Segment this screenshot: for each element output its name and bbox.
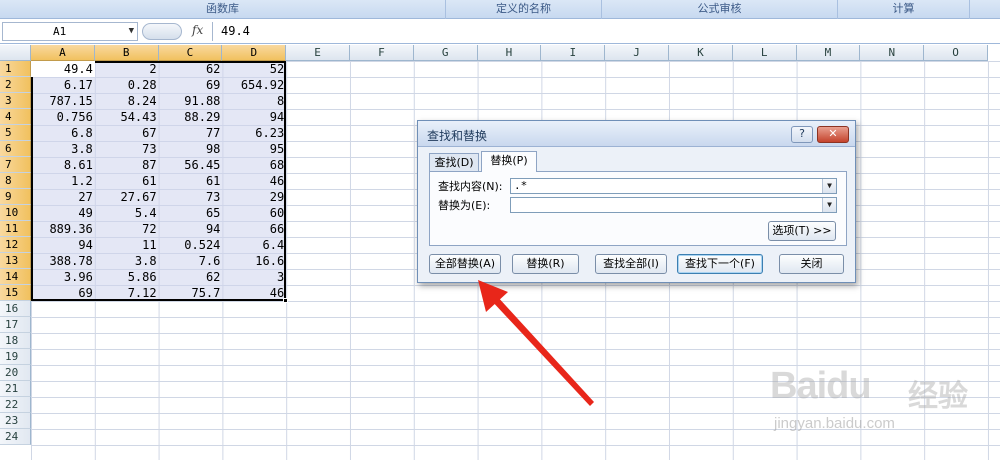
watermark-brand: Baidu xyxy=(770,365,872,407)
watermark-url: jingyan.baidu.com xyxy=(774,415,895,432)
tab-replace[interactable]: 替换(P) xyxy=(481,151,537,172)
watermark-brand-cn: 经验 xyxy=(908,379,968,414)
tab-label: 替换(P) xyxy=(490,154,528,167)
arrow-shaft xyxy=(490,295,594,406)
baidu-watermark: Baidu 经验 jingyan.baidu.com xyxy=(760,355,1000,455)
